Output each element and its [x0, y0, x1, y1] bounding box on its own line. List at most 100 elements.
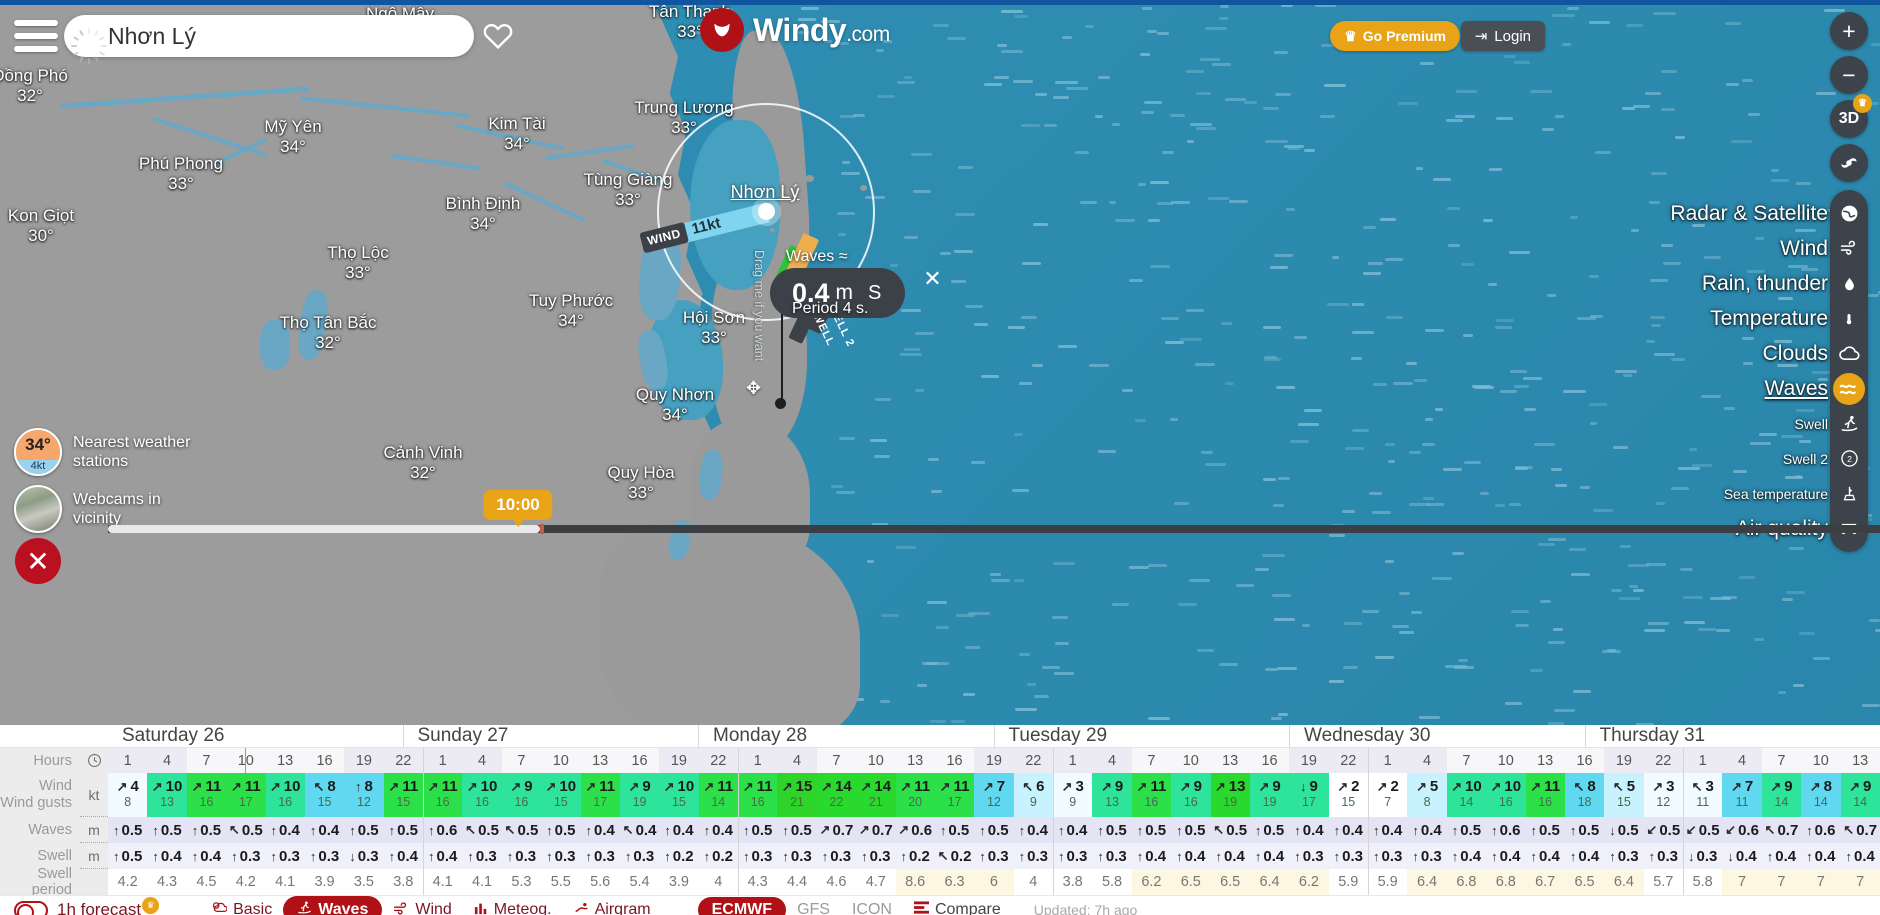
wind-value: ↖ 6 [1022, 779, 1044, 794]
wind-direction-arrow-icon: ↗ [510, 779, 522, 795]
forecast-cell: ↗ 10 16 [1486, 773, 1526, 817]
day-separator [1683, 817, 1684, 843]
whitecap [1034, 694, 1050, 698]
tab-basic[interactable]: Basic [201, 901, 283, 915]
forecast-cell: ↑ 0.4 [1289, 817, 1328, 843]
crown-icon: ♛ [142, 897, 160, 914]
layer-item-temperature[interactable]: Temperature [1710, 302, 1868, 335]
wind-value: ↗ 11 [428, 779, 458, 794]
layer-item-clouds[interactable]: Clouds [1763, 337, 1868, 370]
whitecap [1277, 666, 1298, 670]
popup-close-button[interactable]: ✕ [921, 266, 944, 291]
model-ecmwf[interactable]: ECMWF [697, 897, 787, 915]
layer-item-sea-temperature[interactable]: Sea temperature [1724, 477, 1868, 510]
whitecap [836, 490, 855, 494]
tab-wind[interactable]: Wind [382, 901, 462, 915]
wind-gust-value: 8 [124, 795, 132, 810]
layer-item-wind[interactable]: Wind [1780, 232, 1868, 265]
forecast-cell: ↗ 9 14 [1840, 773, 1880, 817]
swell-height: 0.3 [239, 847, 261, 865]
day-header[interactable]: Wednesday 30 [1289, 725, 1585, 747]
map-label-name: Kim Tài [488, 114, 546, 133]
day-separator [423, 869, 424, 895]
layer-item-waves[interactable]: Waves [1765, 372, 1868, 405]
timeline-slider[interactable] [108, 524, 1880, 534]
forecast-cell: 4 [1092, 748, 1132, 773]
wind-gust-value: 15 [671, 795, 686, 810]
swell-height: 0.3 [1302, 847, 1324, 865]
model-icon[interactable]: ICON [841, 901, 903, 915]
close-panel-button[interactable]: ✕ [15, 538, 61, 584]
hurricane-tracker-button[interactable] [1830, 144, 1868, 182]
day-header[interactable]: Monday 28 [698, 725, 994, 747]
tab-airgram[interactable]: Airgram [563, 901, 662, 915]
whitecap [1653, 12, 1677, 16]
whitecap [1194, 363, 1215, 367]
layer-menu[interactable]: Radar & Satellite Wind Rain, thunder Temper… [1670, 190, 1868, 552]
whitecap [1352, 330, 1375, 334]
timeline-handle[interactable] [540, 524, 544, 534]
move-icon[interactable]: ✥ [746, 378, 761, 399]
search-input[interactable] [108, 22, 460, 50]
forecast-cell: ↖ 3 11 [1683, 773, 1723, 817]
day-header[interactable]: Saturday 26 [108, 725, 403, 747]
model-gfs[interactable]: GFS [786, 901, 841, 915]
forecast-interval-toggle[interactable]: 1h forecast ♛ [14, 897, 165, 915]
tab-waves[interactable]: Waves [283, 896, 383, 915]
forecast-cell: ↗ 14 21 [856, 773, 896, 817]
forecast-cell: ↑ 0.4 [1447, 843, 1486, 869]
whitecap [1275, 386, 1296, 390]
zoom-in-button[interactable]: + [1830, 12, 1868, 50]
layer-item-swell[interactable]: Swell [1795, 407, 1868, 440]
wave-direction-arrow-icon: ↖ [228, 822, 240, 837]
wind-speed: 3 [1666, 778, 1675, 796]
go-premium-button[interactable]: ♛ Go Premium [1330, 21, 1460, 51]
tab-meteog[interactable]: Meteog. [463, 901, 563, 915]
compare-button[interactable]: Compare [903, 900, 1012, 915]
forecast-cell: ↗ 11 16 [1131, 773, 1172, 817]
layer-item-swell-2[interactable]: Swell 2 2 [1783, 442, 1868, 475]
forecast-cell: ↓ 9 17 [1289, 773, 1329, 817]
location-marker[interactable] [758, 203, 775, 220]
wind-speed: 11 [599, 778, 616, 796]
windy-logo[interactable]: Windy.com [700, 8, 890, 52]
forecast-cell: ↑ 0.5 [344, 817, 383, 843]
layer-item-radar-satellite[interactable]: Radar & Satellite [1670, 197, 1868, 230]
forecast-cell: 16 [1576, 752, 1593, 769]
whitecap [1871, 43, 1880, 47]
3d-mode-button[interactable]: 3D ♛ [1830, 94, 1872, 138]
favorite-button[interactable] [482, 20, 514, 57]
whitecap [1094, 115, 1103, 119]
swell-direction-arrow-icon: ↑ [1609, 848, 1616, 864]
forecast-cell: ↖ 0.4 [620, 817, 659, 843]
login-button[interactable]: ⇥ Login [1460, 21, 1545, 51]
whitecap [1012, 79, 1033, 83]
whitecap [1770, 178, 1789, 182]
whitecap [964, 646, 981, 650]
day-header[interactable]: Sunday 27 [402, 725, 699, 747]
map-label-name: Cảnh Vinh [383, 443, 463, 462]
forecast-cell: ↑ 8 12 [344, 773, 384, 817]
forecast-cell: ↑ 0.3 [777, 843, 816, 869]
whitecap [1372, 511, 1391, 515]
whitecap [1425, 417, 1434, 421]
day-header[interactable]: Tuesday 29 [993, 725, 1290, 747]
search-box[interactable] [64, 15, 474, 64]
wind-gust-value: 11 [1735, 795, 1749, 810]
stations-label: Nearest weather stations [73, 433, 191, 470]
map-label-name: Phú Phong [138, 154, 224, 173]
whitecap [984, 82, 1002, 86]
whitecap [1143, 101, 1162, 105]
whitecap [1868, 619, 1880, 623]
day-header[interactable]: Thursday 31 [1584, 725, 1880, 747]
forecast-cell: 19 [344, 748, 384, 773]
wave-period-text: Period 4 s. [792, 300, 869, 317]
forecast-cell: 6.4 [1249, 869, 1290, 895]
swell-direction-arrow-icon: ↑ [270, 848, 278, 864]
nearest-weather-stations-widget[interactable]: 34° 4kt Nearest weather stations [14, 428, 190, 476]
zoom-out-button[interactable]: − [1830, 56, 1868, 94]
menu-button[interactable] [14, 14, 58, 58]
whitecap [1529, 90, 1553, 94]
layer-item-rain-thunder[interactable]: Rain, thunder [1702, 267, 1868, 300]
weather-map[interactable]: Ngô MâyTân Thanh33°Đồng Phó32°Trung Lươn… [0, 0, 1880, 725]
